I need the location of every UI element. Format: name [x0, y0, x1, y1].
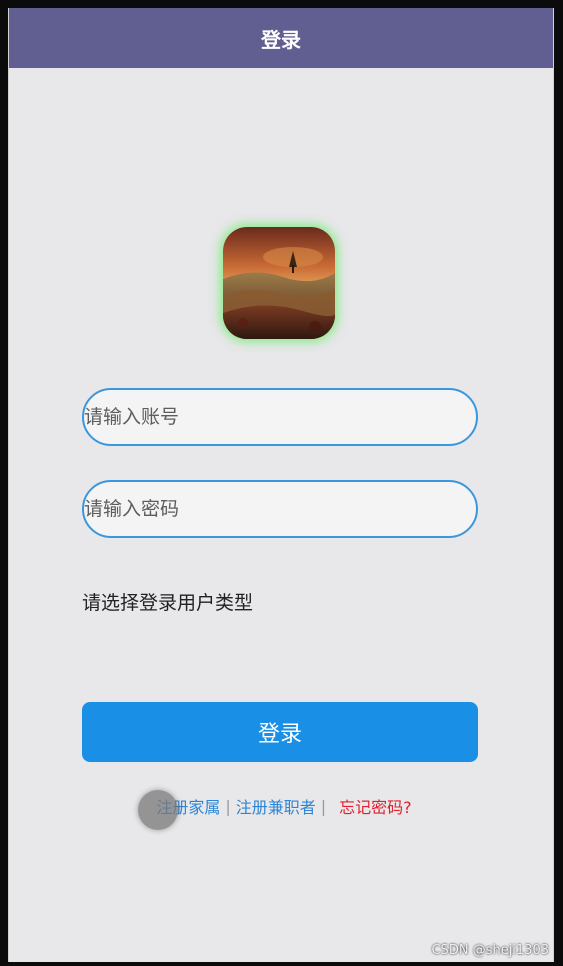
forgot-password-link[interactable]: 忘记密码? [339, 794, 412, 818]
user-type-label: 请选择登录用户类型 [82, 592, 254, 614]
login-button-label: 登录 [257, 722, 302, 747]
watermark: CSDN @sheji1303 [431, 943, 549, 958]
app-screen: 登录 请输入账号 请选择登录用户类型 登录 注册家属 | 注册兼职者 | 忘记密… [8, 8, 554, 962]
app-header: 登录 [9, 8, 553, 68]
password-input[interactable] [82, 480, 478, 538]
link-separator: | [320, 796, 327, 816]
login-button[interactable]: 登录 [82, 702, 478, 762]
page-title: 登录 [261, 27, 301, 52]
auth-links: 注册家属 | 注册兼职者 | 忘记密码? [9, 794, 553, 818]
app-logo [223, 227, 335, 339]
landscape-image [223, 227, 335, 339]
register-family-link[interactable]: 注册家属 [156, 794, 220, 818]
user-type-selector[interactable]: 请选择登录用户类型 [82, 588, 253, 615]
register-parttime-link[interactable]: 注册兼职者 [236, 794, 316, 818]
window-frame: 登录 请输入账号 请选择登录用户类型 登录 注册家属 | 注册兼职者 | 忘记密… [0, 0, 563, 966]
link-separator: | [225, 796, 231, 816]
account-input[interactable] [82, 388, 478, 446]
